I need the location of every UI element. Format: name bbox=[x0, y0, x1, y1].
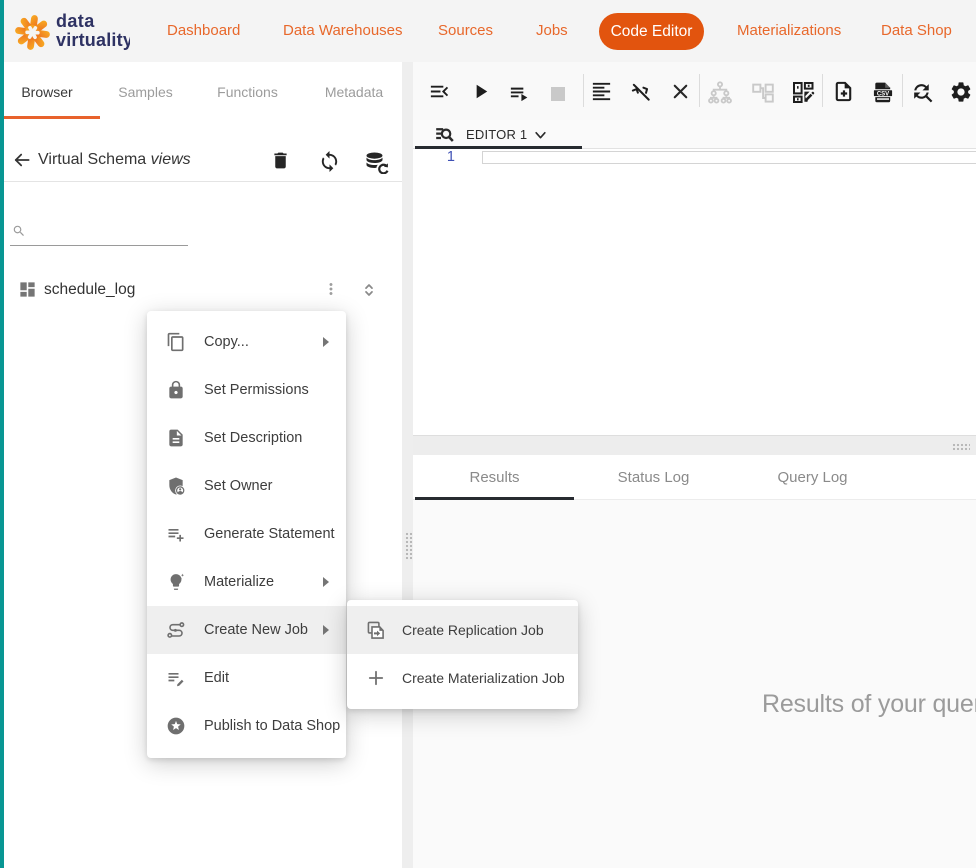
svg-text:virtuality: virtuality bbox=[56, 30, 130, 50]
svg-text:CSV: CSV bbox=[877, 91, 889, 97]
svg-text:data: data bbox=[56, 11, 95, 31]
